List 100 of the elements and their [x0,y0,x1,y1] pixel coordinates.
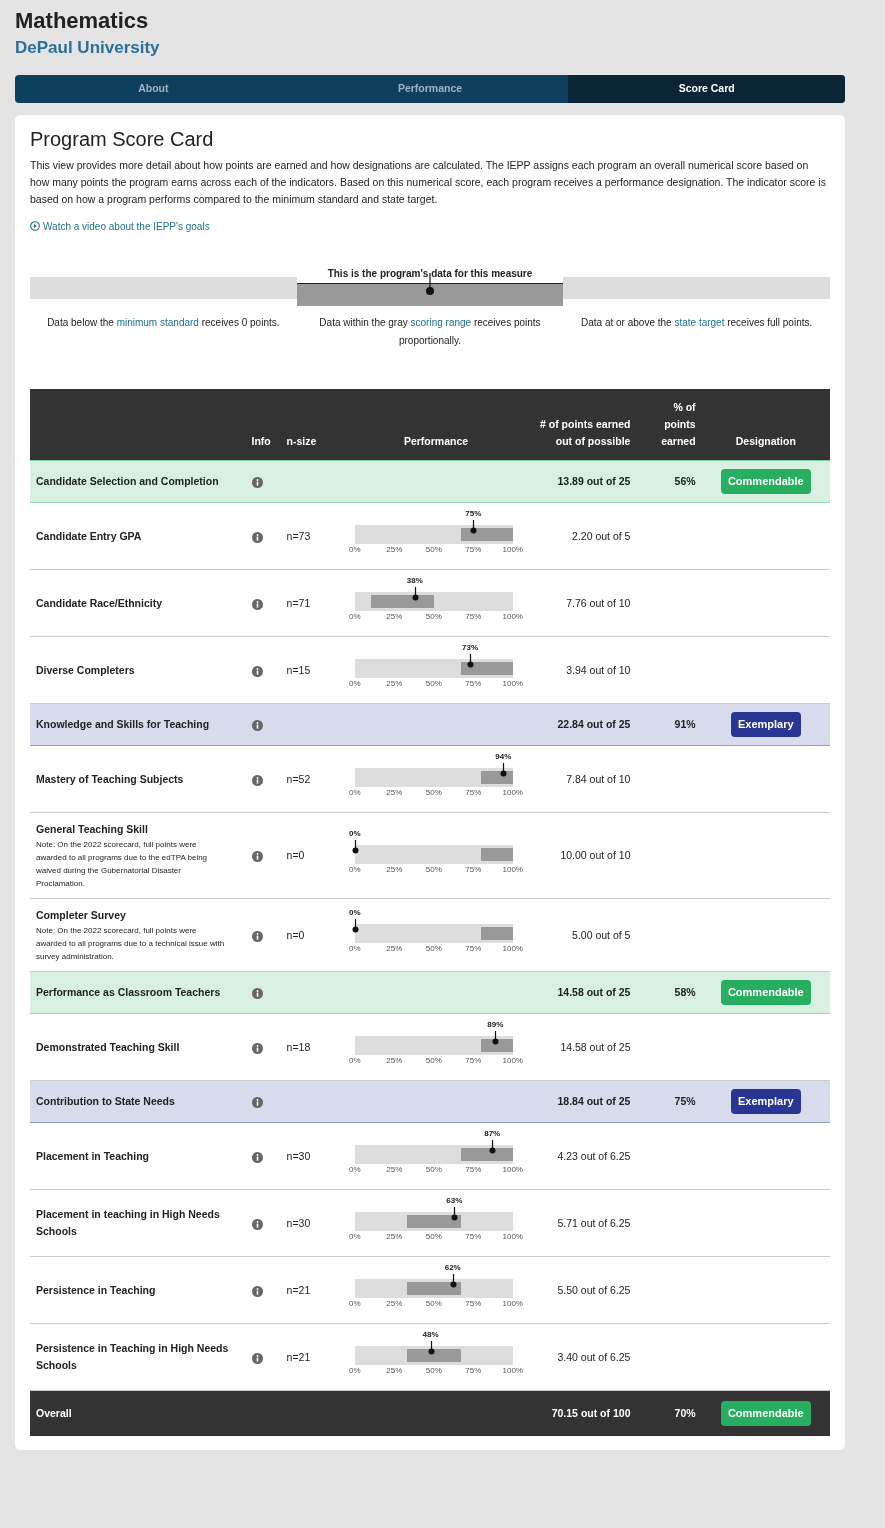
percent-earned: 58% [636,971,702,1014]
tick-label: 50% [425,612,442,623]
value-label: 63% [446,1196,463,1207]
points-earned: 5.00 out of 5 [531,898,637,972]
tick-label: 25% [386,1056,403,1067]
value-label: 0% [348,828,361,839]
info-icon[interactable] [251,1097,263,1108]
indicator-name: Demonstrated Teaching Skill [30,1013,246,1081]
tick-label: 0% [348,1366,361,1377]
tick-label: 0% [348,864,361,875]
tick-label: 100% [502,545,523,556]
info-icon[interactable] [251,1285,263,1297]
indicator-name: Mastery of Teaching Subjects [30,745,246,813]
tick-label: 0% [348,1165,361,1176]
tick-label: 75% [465,864,482,875]
points-earned: 18.84 out of 25 [531,1080,637,1123]
tick-label: 75% [465,1232,482,1243]
percent-earned: 75% [636,1080,702,1123]
tab[interactable]: About [15,74,292,103]
info-icon[interactable] [251,665,263,677]
definition-link[interactable]: scoring range [410,317,472,329]
tick-label: 25% [386,944,403,955]
legend-caption: Data below the minimum standard receives 0 points. [46,316,281,331]
value-label: 38% [406,576,423,587]
info-icon[interactable] [251,477,263,488]
indicator-name: Completer Survey [36,908,127,924]
definition-link[interactable]: state target [674,317,725,329]
tab[interactable]: Performance [291,74,569,103]
info-icon[interactable] [251,1151,263,1163]
value-label: 62% [444,1263,461,1274]
info-icon[interactable] [251,851,263,862]
tick-label: 25% [386,1299,403,1310]
tick-label: 100% [502,944,523,955]
tick-label: 50% [425,679,442,690]
tick-label: 100% [502,679,523,690]
tick-label: 50% [425,1366,442,1377]
play-icon [30,221,40,232]
info-icon[interactable] [251,598,263,610]
tick-label: 25% [386,612,403,623]
description: This view provides more detail about how points are earned and how designations are calculated. The IEPP assigns each program an overall numerical score based on how many points the program earns across each of the indicators. Based on this numerical score, each program receives a performance designation. The indicator score is based on how a program performs compared to the minimum standard and state target. [30,157,827,207]
designation-badge: Commendable [720,1401,811,1427]
info-icon[interactable] [251,1042,263,1054]
value-label: 89% [487,1020,504,1031]
points-earned: 14.58 out of 25 [531,971,637,1014]
tick-label: 100% [502,1165,523,1176]
tab[interactable]: Score Card [568,74,845,103]
points-earned: 3.94 out of 10 [531,636,637,704]
tick-label: 75% [465,788,482,799]
category-name: Candidate Selection and Completion [30,460,246,503]
tick-label: 25% [386,864,403,875]
tick-label: 50% [425,944,442,955]
tick-label: 75% [465,1299,482,1310]
tick-label: 50% [425,1056,442,1067]
n-size: n=30 [280,1122,341,1190]
column-header: Designation [701,389,830,461]
tick-label: 75% [465,944,482,955]
indicator-name: Placement in teaching in High Needs Schools [30,1189,246,1257]
indicator-note: Note: On the 2022 scorecard, full points were awarded to all programs due to a technical issue with survey administration. [36,925,226,964]
indicator-name: Placement in Teaching [30,1122,246,1190]
tick-label: 25% [386,1232,403,1243]
tick-label: 25% [386,679,403,690]
n-size: n=21 [280,1323,341,1391]
definition-link[interactable]: minimum standard [116,317,199,329]
n-size: n=52 [280,745,341,813]
info-icon[interactable] [251,774,263,786]
legend-caption: Data within the gray scoring range receives points proportionally. [318,316,542,349]
tick-label: 0% [348,1299,361,1310]
tick-label: 100% [502,1056,523,1067]
indicator-note: Note: On the 2022 scorecard, full points were awarded to all programs due to the edTPA being waived during the Gubernatorial Disaster Proclamation. [36,839,209,891]
tick-label: 100% [502,1366,523,1377]
points-earned: 10.00 out of 10 [531,812,637,899]
info-icon[interactable] [251,1218,263,1230]
video-link[interactable]: Watch a video about the IEPP's goals [30,218,210,234]
points-earned: 7.84 out of 10 [531,745,637,813]
info-icon[interactable] [251,930,263,942]
tick-label: 75% [465,679,482,690]
points-earned: 5.71 out of 6.25 [531,1189,637,1257]
info-icon[interactable] [251,988,263,999]
indicator-name: Diverse Completers [30,636,246,704]
n-size: n=21 [280,1256,341,1324]
tick-label: 75% [465,545,482,556]
percent-earned: 56% [636,460,702,503]
points-earned: 3.40 out of 6.25 [531,1323,637,1391]
points-earned: 14.58 out of 25 [531,1013,637,1081]
tick-label: 100% [502,788,523,799]
page-title: Mathematics [15,8,150,35]
info-icon[interactable] [251,1352,263,1364]
tick-label: 0% [348,545,361,556]
value-label: 48% [422,1330,439,1341]
tick-label: 100% [502,612,523,623]
column-header: % of points earned [636,389,702,461]
tick-label: 75% [465,1056,482,1067]
tick-label: 0% [348,944,361,955]
points-earned: 13.89 out of 25 [531,460,637,503]
tick-label: 50% [425,788,442,799]
legend-caption: Data at or above the state target receives full points. [580,316,814,331]
column-header: Performance [340,389,532,461]
info-icon[interactable] [251,720,263,731]
info-icon[interactable] [251,531,263,543]
tick-label: 50% [425,1232,442,1243]
